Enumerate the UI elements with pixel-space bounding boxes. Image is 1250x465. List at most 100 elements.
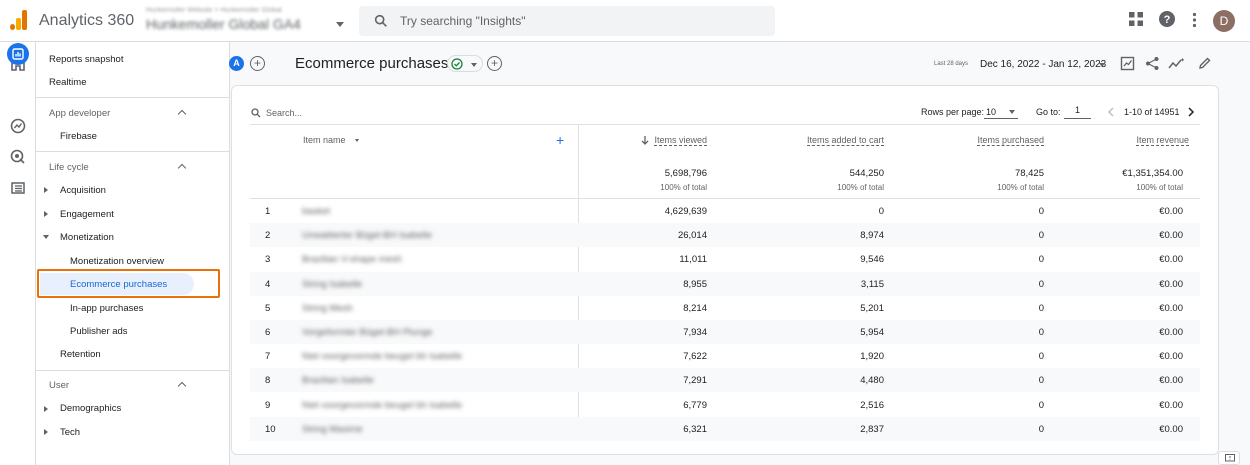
previous-page-icon[interactable] [1107, 107, 1115, 117]
table-row[interactable]: 4 String Isabelle 8,955 3,115 0 €0.00 [250, 271, 1200, 296]
share-icon[interactable] [1145, 56, 1160, 71]
dimension-dropdown-icon[interactable] [355, 139, 359, 142]
table-row[interactable]: 6 Vorgeformter Bügel-BH Plunge 7,934 5,954 0… [250, 320, 1200, 344]
search-icon [251, 108, 261, 118]
analytics-logo-icon[interactable] [10, 10, 28, 30]
nav-publisher-ads[interactable]: Publisher ads [70, 326, 128, 337]
column-header-items-purchased[interactable]: Items purchased [977, 135, 1044, 146]
table-row[interactable]: 8 Brazilian Isabelle 7,291 4,480 0 €0.00 [250, 368, 1200, 393]
row-item-revenue: €0.00 [1159, 302, 1183, 314]
feedback-icon [1225, 454, 1235, 462]
svg-text:?: ? [1164, 14, 1171, 26]
check-circle-icon [451, 58, 463, 70]
top-bar: Analytics 360 Hunkemoller Website > Hunk… [0, 0, 1250, 42]
table-row[interactable]: 2 Unwattierter Bügel-BH Isabelle 26,014 8,9… [250, 223, 1200, 248]
chevron-down-icon [471, 63, 477, 67]
edit-icon[interactable] [1198, 56, 1212, 70]
total-item-revenue: €1,351,354.00 [1122, 168, 1183, 179]
table-row[interactable]: 10 String Maxime 6,321 2,837 0 €0.00 [250, 416, 1200, 441]
more-vert-icon[interactable] [1192, 12, 1197, 28]
advertising-icon[interactable] [9, 148, 27, 166]
nav-section-user[interactable]: User [49, 380, 69, 391]
input-underline [1064, 118, 1091, 119]
column-header-items-viewed[interactable]: Items viewed [654, 135, 707, 146]
date-dropdown-icon[interactable] [1099, 63, 1105, 67]
row-item-revenue: €0.00 [1159, 375, 1183, 387]
total-items-purchased: 78,425 [1014, 168, 1044, 179]
pagination-range: 1-10 of 14951 [1124, 107, 1180, 117]
rows-per-page-label: Rows per page: [921, 107, 985, 117]
nav-retention[interactable]: Retention [60, 349, 101, 360]
column-header-item-name[interactable]: Item name [303, 135, 346, 145]
comparison-chip[interactable]: A [229, 56, 244, 71]
expand-right-icon[interactable] [44, 429, 48, 435]
nav-tech[interactable]: Tech [60, 427, 80, 438]
nav-section-app-developer[interactable]: App developer [49, 108, 110, 119]
user-avatar[interactable]: D [1213, 10, 1235, 32]
collapse-down-icon[interactable] [43, 235, 49, 239]
highlight-annotation [37, 269, 220, 298]
help-icon[interactable]: ? [1159, 11, 1175, 27]
total-pct: 100% of total [837, 183, 884, 192]
nav-section-life-cycle[interactable]: Life cycle [49, 162, 89, 173]
nav-acquisition[interactable]: Acquisition [60, 185, 106, 196]
column-header-item-revenue[interactable]: Item revenue [1136, 135, 1189, 146]
expand-right-icon[interactable] [44, 187, 48, 193]
app-title: Analytics 360 [39, 12, 135, 29]
chevron-down-icon[interactable] [1009, 110, 1015, 114]
row-item-revenue: €0.00 [1159, 254, 1183, 266]
total-pct: 100% of total [1136, 183, 1183, 192]
next-page-icon[interactable] [1187, 107, 1195, 117]
table-row[interactable]: 1 basket 4,629,639 0 0 €0.00 [250, 199, 1200, 223]
row-item-revenue: €0.00 [1159, 327, 1183, 338]
property-selector[interactable]: Hunkemoller Global GA4 [146, 16, 301, 32]
nav-reports-snapshot[interactable]: Reports snapshot [49, 54, 123, 65]
row-item-revenue: €0.00 [1159, 423, 1183, 435]
nav-divider [36, 97, 230, 98]
date-range-picker[interactable]: Dec 16, 2022 - Jan 12, 2023 [980, 59, 1106, 70]
report-navigation [36, 42, 230, 465]
goto-label: Go to: [1036, 107, 1061, 117]
nav-realtime[interactable]: Realtime [49, 77, 87, 88]
global-search[interactable]: Try searching "Insights" [359, 6, 775, 36]
reports-icon[interactable] [7, 43, 29, 65]
report-status-chip[interactable] [447, 55, 483, 72]
nav-monetization[interactable]: Monetization [60, 232, 114, 243]
row-item-revenue: €0.00 [1159, 351, 1183, 363]
sort-descending-icon[interactable] [641, 135, 649, 145]
explore-icon[interactable] [9, 117, 27, 135]
table-row[interactable]: 3 Brazilian V-shape mesh 11,011 9,546 0 €0.00 [250, 247, 1200, 271]
compare-icon[interactable] [1120, 56, 1135, 71]
expand-right-icon[interactable] [44, 406, 48, 412]
property-dropdown-icon[interactable] [336, 22, 344, 27]
column-header-items-added[interactable]: Items added to cart [806, 135, 884, 146]
nav-firebase[interactable]: Firebase [60, 131, 97, 142]
nav-monetization-overview[interactable]: Monetization overview [70, 256, 164, 267]
insights-icon[interactable]: ✦ [1168, 56, 1184, 71]
goto-input[interactable]: 1 [1075, 105, 1080, 115]
row-item-revenue: €0.00 [1159, 278, 1183, 290]
total-items-viewed: 5,698,796 [664, 168, 707, 179]
row-item-revenue: €0.00 [1159, 230, 1183, 242]
nav-divider [36, 151, 230, 152]
nav-demographics[interactable]: Demographics [60, 403, 121, 414]
table-search-input[interactable]: Search... [266, 108, 302, 118]
total-pct: 100% of total [997, 183, 1044, 192]
rows-per-page-select[interactable]: 10 [986, 107, 996, 117]
apps-grid-icon[interactable] [1129, 12, 1143, 26]
nav-in-app-purchases[interactable]: In-app purchases [70, 303, 143, 314]
report-title: Ecommerce purchases [295, 55, 449, 72]
add-filter-icon[interactable]: + [487, 56, 502, 71]
feedback-button[interactable] [1218, 451, 1240, 465]
table-row[interactable]: 5 String Mesh 8,214 5,201 0 €0.00 [250, 296, 1200, 320]
expand-right-icon[interactable] [44, 211, 48, 217]
configure-list-icon[interactable] [9, 179, 27, 197]
nav-engagement[interactable]: Engagement [60, 209, 114, 220]
table-row[interactable]: 7 Niet voorgevormde beugel bh Isabelle 7,6… [250, 344, 1200, 368]
table-header-divider [250, 124, 1200, 125]
table-row[interactable]: 9 Niet voorgevormde beugel bh Isabelle 6,7… [250, 393, 1200, 417]
add-dimension-icon[interactable]: + [556, 132, 564, 148]
row-item-revenue: €0.00 [1159, 206, 1183, 217]
add-comparison-icon[interactable]: + [250, 56, 265, 71]
left-rail [0, 42, 36, 465]
